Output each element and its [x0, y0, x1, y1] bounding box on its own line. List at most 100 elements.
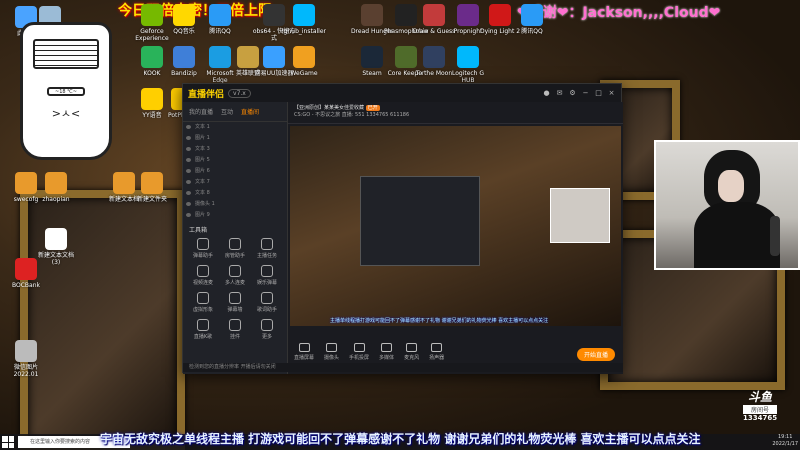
eye-icon[interactable] [186, 147, 191, 151]
tool-icon [261, 265, 273, 277]
scene-row[interactable]: 文本 7 [183, 177, 287, 188]
eye-icon[interactable] [186, 202, 191, 206]
source-button[interactable]: 摄像头 [324, 343, 339, 361]
app-version-badge[interactable]: v7.x [228, 88, 251, 98]
douyu-watermark: 斗鱼 房间号 1334765 [743, 388, 778, 422]
toolbox-title: 工具箱 [189, 227, 208, 234]
scene-row[interactable]: 文本 8 [183, 188, 287, 199]
scene-row[interactable]: 图片 5 [183, 155, 287, 166]
toolbox-item[interactable]: 视频连麦 [187, 265, 219, 286]
scene-label: 文本 1 [195, 124, 210, 130]
avatar-icon[interactable]: ● [542, 89, 551, 98]
desktop-icon[interactable]: BOCBank [4, 258, 48, 289]
toolbox-item[interactable]: 挂件 [219, 319, 251, 340]
toolbox-item[interactable]: 虚拟形象 [187, 292, 219, 313]
scene-row[interactable]: 图片 1 [183, 133, 287, 144]
eye-icon[interactable] [186, 125, 191, 129]
desktop-icon-image [293, 4, 315, 26]
streamer-face [718, 170, 744, 202]
toolbox-item[interactable]: 娱乐弹幕 [251, 265, 283, 286]
stream-preview[interactable]: 主播单线程播打游戏可能回不了弹幕感谢不了礼物 谢谢兄弟们的礼物荧光棒 喜欢主播可… [290, 126, 621, 326]
desktop-icon-image [457, 46, 479, 68]
start-live-button[interactable]: 开始直播 [576, 348, 615, 361]
tool-label: 多人连麦 [224, 280, 245, 286]
desktop-icon-image [45, 172, 67, 194]
tool-icon [197, 238, 209, 250]
desktop-icon[interactable]: Logitech G HUB [446, 46, 490, 84]
tab-live-room[interactable]: 直播间 [241, 107, 259, 116]
source-button[interactable]: 麦克风 [404, 343, 419, 361]
toolbox-item[interactable]: 主播任务 [251, 238, 283, 259]
desktop-icon-label: zhaopian [42, 196, 70, 203]
tab-interaction[interactable]: 互动 [221, 107, 233, 116]
nested-preview-window [360, 176, 480, 266]
toolbox-item[interactable]: 直播K歌 [187, 319, 219, 340]
desktop-icon-image [141, 172, 163, 194]
preview-webcam [550, 188, 610, 243]
scene-row[interactable]: 文本 1 [183, 122, 287, 133]
tool-label: 歌词助手 [256, 307, 277, 313]
eye-icon[interactable] [186, 213, 191, 217]
app-titlebar[interactable]: 直播伴侣 v7.x ● ✉ ⚙ − □ × [183, 84, 621, 102]
scene-row[interactable]: 图片 6 [183, 166, 287, 177]
scene-label: 文本 3 [195, 146, 210, 152]
room-stat-b: 1334765 [366, 112, 389, 118]
desktop-icon-label: 腾讯QQ [209, 28, 231, 35]
ac-body: ~18 ℃~ >ㅅ< [20, 22, 112, 160]
desktop-icon[interactable]: 腾讯QQ [510, 4, 554, 35]
toolbox-item[interactable]: 房管助手 [219, 238, 251, 259]
source-icon [431, 343, 443, 352]
source-label: 手机投屏 [349, 355, 370, 361]
desktop-icon-image [457, 4, 479, 26]
desktop-icon[interactable]: lghub_installer [282, 4, 326, 35]
source-button[interactable]: 扬声器 [429, 343, 444, 361]
live-companion-window[interactable]: 直播伴侣 v7.x ● ✉ ⚙ − □ × 我的直播 互动 直播间 文本 1 图片… [182, 83, 623, 374]
left-tabs: 我的直播 互动 直播间 [183, 102, 287, 122]
room-category[interactable]: CS:GO - 不思议之旅 [294, 112, 340, 118]
desktop-icon[interactable]: 新建文件夹 [130, 172, 174, 203]
desktop-icon-image [173, 46, 195, 68]
eye-icon[interactable] [186, 136, 191, 140]
tab-my-live[interactable]: 我的直播 [189, 107, 213, 116]
source-button[interactable]: 直播屏幕 [294, 343, 314, 361]
desktop-icon[interactable]: 微信图片 2022.01 [4, 340, 48, 378]
toolbox-item[interactable]: 弹幕助手 [187, 238, 219, 259]
eye-icon[interactable] [186, 180, 191, 184]
eye-icon[interactable] [186, 158, 191, 162]
scene-row[interactable]: 图片 9 [183, 210, 287, 221]
desktop-icon[interactable]: WeGame [282, 46, 326, 77]
mail-icon[interactable]: ✉ [555, 89, 564, 98]
tool-icon [261, 292, 273, 304]
windows-start-icon[interactable] [2, 436, 14, 448]
toolbox-item[interactable]: 歌词助手 [251, 292, 283, 313]
scene-label: 文本 7 [195, 179, 210, 185]
eye-icon[interactable] [186, 169, 191, 173]
source-button[interactable]: 手机投屏 [349, 343, 369, 361]
left-panel: 我的直播 互动 直播间 文本 1 图片 1 文本 3 图片 5 图片 6 文本 7 文本 8… [183, 102, 288, 374]
desktop-icon[interactable]: zhaopian [34, 172, 78, 203]
close-icon[interactable]: × [607, 89, 616, 98]
toolbox-item[interactable]: 更多 [251, 319, 283, 340]
tool-label: 主播任务 [256, 253, 277, 259]
desktop-icon[interactable]: 腾讯QQ [198, 4, 242, 35]
source-label: 直播屏幕 [294, 355, 315, 361]
maximize-icon[interactable]: □ [594, 89, 603, 98]
toolbox-item[interactable]: 多人连麦 [219, 265, 251, 286]
scene-row[interactable]: 摄像头 1 [183, 199, 287, 210]
minimize-icon[interactable]: − [581, 89, 590, 98]
desktop-icon-label: Logitech G HUB [451, 70, 485, 84]
source-button[interactable]: 多媒体 [379, 343, 394, 361]
scene-row[interactable]: 文本 3 [183, 144, 287, 155]
desktop-icon-label: 微信图片 2022.01 [13, 364, 39, 378]
toolbox-item[interactable]: 弹幕墙 [219, 292, 251, 313]
tool-label: 弹幕助手 [192, 253, 213, 259]
desktop-icon-image [173, 4, 195, 26]
eye-icon[interactable] [186, 191, 191, 195]
scene-label: 图片 5 [195, 157, 210, 163]
source-label: 多媒体 [379, 355, 395, 361]
settings-icon[interactable]: ⚙ [568, 89, 577, 98]
ac-temperature-display: ~18 ℃~ [47, 87, 85, 96]
microphone [770, 216, 780, 256]
ac-vent-panel [33, 39, 99, 69]
tool-label: 娱乐弹幕 [256, 280, 277, 286]
